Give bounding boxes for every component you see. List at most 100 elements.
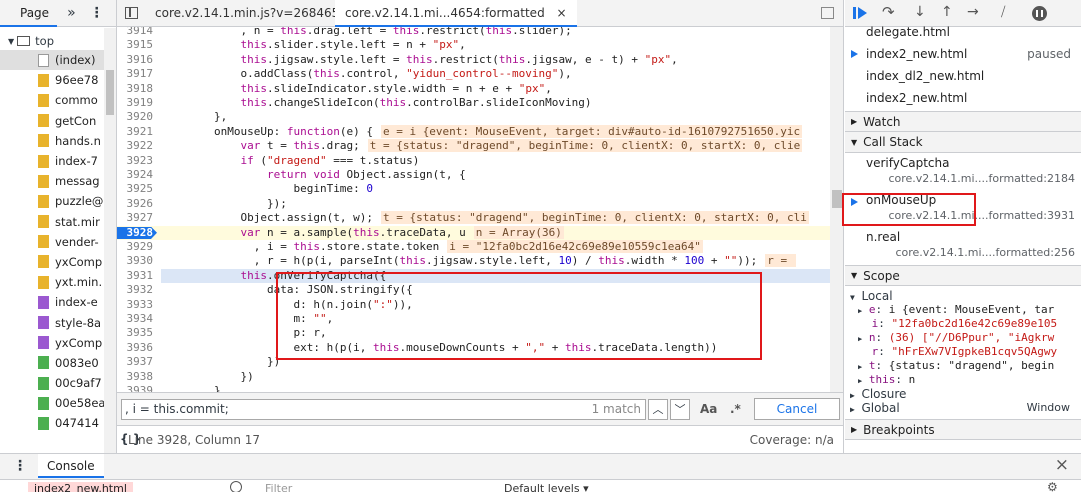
search-input[interactable]: , i = this.commit; 1 match [121, 399, 646, 420]
line-number[interactable]: 3928 [117, 226, 157, 240]
line-number[interactable]: 3923 [117, 154, 157, 168]
section-breakpoints[interactable]: ▶ Breakpoints [845, 419, 1081, 440]
tab-page[interactable]: Page [0, 0, 58, 27]
tab-core-min[interactable]: core.v2.14.1.min.js?v=2684654 [149, 0, 353, 27]
navigator-item[interactable]: commo [0, 90, 116, 110]
tree-item-top[interactable]: ▼ top [8, 31, 108, 51]
navigator-item[interactable]: (index) [0, 50, 116, 71]
scroll-thumb[interactable] [832, 190, 842, 208]
line-number[interactable]: 3939 [117, 384, 157, 392]
line-number[interactable]: 3935 [117, 326, 157, 340]
code-line[interactable]: , n = this.drag.left = this.restrict(thi… [161, 27, 571, 38]
code-line[interactable]: this.jigsaw.style.left = this.restrict(t… [161, 53, 677, 67]
code-line[interactable]: Object.assign(t, w); t = {status: "dragen… [161, 211, 809, 225]
navigator-item[interactable]: style-8a [0, 312, 116, 332]
line-number[interactable]: 3922 [117, 139, 157, 153]
thread-item[interactable]: delegate.html [845, 21, 1081, 43]
line-number[interactable]: 3937 [117, 355, 157, 369]
resume-icon[interactable] [853, 6, 869, 20]
navigator-item[interactable]: messag [0, 171, 116, 191]
line-number[interactable]: 3936 [117, 341, 157, 355]
call-frame[interactable]: verifyCaptcha core.v2.14.1.mi....formatte… [845, 156, 1081, 192]
next-match-button[interactable]: ﹀ [670, 399, 690, 420]
line-number[interactable]: 3919 [117, 96, 157, 110]
section-watch[interactable]: ▶ Watch [845, 111, 1081, 132]
line-number[interactable]: 3921 [117, 125, 157, 139]
more-tabs-icon[interactable]: » [67, 5, 76, 21]
thread-item[interactable]: index2_new.html [845, 87, 1081, 109]
navigator-item[interactable]: index-7 [0, 151, 116, 171]
navigator-item[interactable]: 00e58ea [0, 393, 116, 413]
prev-match-button[interactable]: ︿ [648, 399, 668, 420]
code-line[interactable]: if ("dragend" === t.status) [161, 154, 419, 168]
line-number[interactable]: 3938 [117, 370, 157, 384]
code-line[interactable]: }); [161, 197, 287, 211]
clear-console-icon[interactable] [230, 481, 242, 492]
navigator-item[interactable]: 0083e0 [0, 353, 116, 373]
line-number[interactable]: 3917 [117, 67, 157, 81]
line-number[interactable]: 3931 [117, 269, 157, 283]
scope-variable[interactable]: ▶ e: i {event: MouseEvent, tar [858, 303, 1054, 316]
code-line[interactable]: this.slideIndicator.style.width = n + e … [161, 82, 551, 96]
navigator-item[interactable]: puzzle@ [0, 191, 116, 211]
line-number[interactable]: 3933 [117, 298, 157, 312]
deactivate-breakpoints-icon[interactable]: ⧸ [1001, 5, 1005, 20]
navigator-item[interactable]: 047414 [0, 413, 116, 433]
step-over-icon[interactable]: ↷ [882, 3, 895, 21]
scope-variable[interactable]: ▶ n: (36) ["//D6Ppur", "iAgkrw [858, 331, 1054, 344]
code-line[interactable]: o.addClass(this.control, "yidun_control-… [161, 67, 571, 81]
section-scope[interactable]: ▼ Scope [845, 265, 1081, 286]
line-number[interactable]: 3920 [117, 110, 157, 124]
scroll-thumb[interactable] [106, 70, 114, 115]
regex-button[interactable]: .* [730, 402, 741, 416]
toggle-debugger-icon[interactable] [821, 7, 834, 19]
match-case-button[interactable]: Aa [700, 402, 717, 416]
line-number[interactable]: 3929 [117, 240, 157, 254]
call-frame-location[interactable]: core.v2.14.1.mi....formatted:2184 [888, 172, 1075, 185]
scope-global[interactable]: ▶ Global Window [850, 401, 1070, 415]
scope-closure[interactable]: ▶ Closure [850, 387, 906, 401]
tab-core-formatted[interactable]: core.v2.14.1.mi...4654:formatted × [335, 0, 577, 27]
scope-local[interactable]: ▼ Local [850, 289, 893, 303]
cancel-search-button[interactable]: Cancel [754, 398, 840, 420]
navigator-menu-icon[interactable]: ⋮ [90, 5, 104, 21]
code-line[interactable]: }, [161, 384, 227, 392]
line-number[interactable]: 3930 [117, 254, 157, 268]
code-line[interactable]: }) [161, 355, 280, 369]
code-line[interactable]: beginTime: 0 [161, 182, 372, 196]
line-number[interactable]: 3926 [117, 197, 157, 211]
code-line[interactable]: , i = this.store.state.token i = "12fa0bc… [161, 240, 703, 254]
line-number[interactable]: 3932 [117, 283, 157, 297]
line-number[interactable]: 3934 [117, 312, 157, 326]
code-line[interactable]: this.changeSlideIcon(this.controlBar.sli… [161, 96, 591, 110]
section-call-stack[interactable]: ▼ Call Stack [845, 132, 1081, 153]
scope-variable[interactable]: r: "hFrEXw7VIgpkeB1cqv5QAgwy [858, 345, 1057, 358]
pause-on-exceptions-icon[interactable] [1032, 6, 1047, 21]
step-out-icon[interactable]: ↑ [941, 4, 953, 20]
code-line[interactable]: onMouseUp: function(e) {e = i {event: Mo… [161, 124, 803, 139]
line-number[interactable]: 3925 [117, 182, 157, 196]
line-number[interactable]: 3918 [117, 82, 157, 96]
thread-item[interactable]: index2_new.html paused [845, 43, 1081, 65]
navigator-item[interactable]: getCon [0, 111, 116, 131]
scope-variable[interactable]: ▶ t: {status: "dragend", begin [858, 359, 1054, 372]
code-line[interactable]: var t = this.drag; t = {status: "dragend"… [161, 139, 803, 153]
navigator-item[interactable]: stat.mir [0, 212, 116, 232]
line-number[interactable]: 3927 [117, 211, 157, 225]
close-tab-icon[interactable]: × [557, 6, 567, 20]
line-number[interactable]: 3924 [117, 168, 157, 182]
code-line[interactable]: }) [161, 370, 253, 384]
code-line[interactable]: var n = a.sample(this.traceData, un = Ar… [161, 225, 564, 240]
line-number[interactable]: 3915 [117, 38, 157, 52]
tab-console[interactable]: Console [38, 454, 104, 478]
line-number[interactable]: 3914 [117, 27, 157, 38]
navigator-item[interactable]: yxt.min. [0, 272, 116, 292]
console-settings-icon[interactable]: ⚙ [1047, 480, 1058, 492]
call-frame[interactable]: n.real core.v2.14.1.mi....formatted:256 [845, 230, 1081, 266]
navigator-item[interactable]: yxComp [0, 333, 116, 353]
close-drawer-icon[interactable]: × [1055, 455, 1069, 475]
code-line[interactable]: return void Object.assign(t, { [161, 168, 466, 182]
navigator-item[interactable]: vender- [0, 232, 116, 252]
navigator-item[interactable]: 00c9af7 [0, 373, 116, 393]
navigator-item[interactable]: index-e [0, 292, 116, 312]
